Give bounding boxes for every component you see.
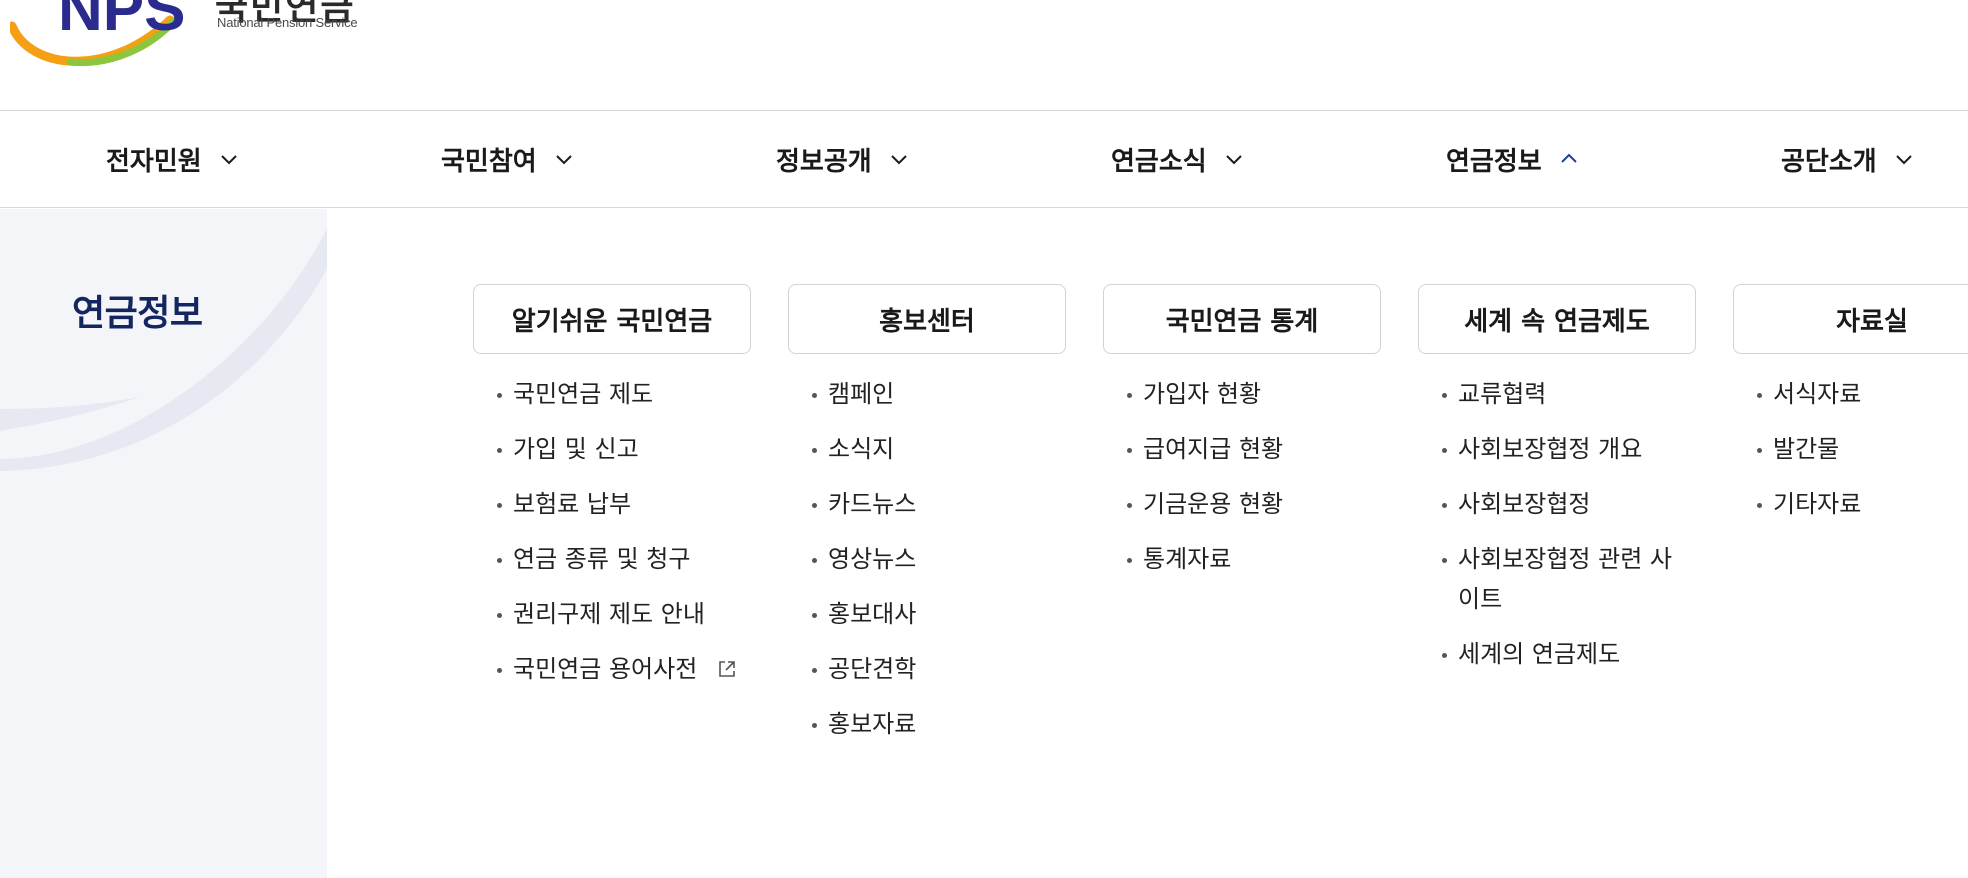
list-item[interactable]: 연금 종류 및 청구 <box>497 539 743 579</box>
column-heading-easy-pension[interactable]: 알기쉬운 국민연금 <box>473 284 751 354</box>
column-heading-archive[interactable]: 자료실 <box>1733 284 1968 354</box>
column-link-list: 국민연금 제도 가입 및 신고 보험료 납부 연금 종류 및 청구 권리구제 제… <box>473 374 753 691</box>
column-link-list: 교류협력 사회보장협정 개요 사회보장협정 사회보장협정 관련 사이트 세계의 … <box>1418 374 1698 674</box>
panel-title: 연금정보 <box>72 293 203 334</box>
list-item[interactable]: 급여지급 현황 <box>1127 429 1373 469</box>
list-item[interactable]: 가입 및 신고 <box>497 429 743 469</box>
chevron-down-icon <box>553 148 575 170</box>
menu-column: 자료실 서식자료 발간물 기타자료 <box>1733 284 1968 539</box>
nav-item-label: 공단소개 <box>1781 146 1877 177</box>
nps-logo-mark: NPS <box>10 0 185 67</box>
list-item[interactable]: 통계자료 <box>1127 539 1373 579</box>
external-link-icon <box>717 651 737 691</box>
nav-item-about[interactable]: 공단소개 <box>1781 111 1915 207</box>
nav-item-e-civil[interactable]: 전자민원 <box>106 111 240 207</box>
list-item[interactable]: 홍보대사 <box>812 594 1058 634</box>
list-item[interactable]: 국민연금 제도 <box>497 374 743 414</box>
list-item[interactable]: 기금운용 현황 <box>1127 484 1373 524</box>
list-item-label: 국민연금 용어사전 <box>513 655 698 683</box>
list-item[interactable]: 발간물 <box>1757 429 1968 469</box>
column-link-list: 서식자료 발간물 기타자료 <box>1733 374 1968 524</box>
nav-item-participation[interactable]: 국민참여 <box>441 111 575 207</box>
list-item[interactable]: 세계의 연금제도 <box>1442 634 1688 674</box>
list-item[interactable]: 소식지 <box>812 429 1058 469</box>
list-item[interactable]: 기타자료 <box>1757 484 1968 524</box>
nav-item-label: 정보공개 <box>776 146 872 177</box>
nav-item-label: 전자민원 <box>106 146 202 177</box>
menu-column: 국민연금 통계 가입자 현황 급여지급 현황 기금운용 현황 통계자료 <box>1103 284 1383 594</box>
menu-column: 알기쉬운 국민연금 국민연금 제도 가입 및 신고 보험료 납부 연금 종류 및… <box>473 284 753 706</box>
chevron-up-icon <box>1558 148 1580 170</box>
list-item[interactable]: 사회보장협정 관련 사이트 <box>1442 539 1688 619</box>
column-heading-world-pension[interactable]: 세계 속 연금제도 <box>1418 284 1696 354</box>
nav-item-news[interactable]: 연금소식 <box>1111 111 1245 207</box>
site-header: NPS 국민연금 National Pension Service <box>0 0 1968 110</box>
logo-english-name: National Pension Service <box>217 15 358 30</box>
column-heading-pr-center[interactable]: 홍보센터 <box>788 284 1066 354</box>
list-item-glossary[interactable]: 국민연금 용어사전 <box>497 649 753 691</box>
list-item[interactable]: 캠페인 <box>812 374 1058 414</box>
chevron-down-icon <box>1893 148 1915 170</box>
nav-item-label: 연금정보 <box>1446 146 1542 177</box>
list-item[interactable]: 홍보자료 <box>812 704 1058 744</box>
list-item[interactable]: 카드뉴스 <box>812 484 1058 524</box>
nps-logo[interactable]: NPS 국민연금 National Pension Service <box>10 0 358 72</box>
list-item[interactable]: 보험료 납부 <box>497 484 743 524</box>
list-item[interactable]: 사회보장협정 개요 <box>1442 429 1688 469</box>
chevron-down-icon <box>888 148 910 170</box>
chevron-down-icon <box>218 148 240 170</box>
nav-item-disclosure[interactable]: 정보공개 <box>776 111 910 207</box>
column-heading-statistics[interactable]: 국민연금 통계 <box>1103 284 1381 354</box>
main-nav: 전자민원 국민참여 정보공개 연금소식 연금정보 공단소개 <box>0 110 1968 208</box>
menu-column: 세계 속 연금제도 교류협력 사회보장협정 개요 사회보장협정 사회보장협정 관… <box>1418 284 1698 689</box>
list-item[interactable]: 영상뉴스 <box>812 539 1058 579</box>
chevron-down-icon <box>1223 148 1245 170</box>
nav-item-pension-info[interactable]: 연금정보 <box>1446 111 1580 207</box>
list-item[interactable]: 교류협력 <box>1442 374 1688 414</box>
nav-item-label: 국민참여 <box>441 146 537 177</box>
list-item[interactable]: 권리구제 제도 안내 <box>497 594 743 634</box>
mega-menu-sidebar: 연금정보 <box>0 209 327 878</box>
svg-text:NPS: NPS <box>58 0 185 44</box>
column-link-list: 캠페인 소식지 카드뉴스 영상뉴스 홍보대사 공단견학 홍보자료 <box>788 374 1068 744</box>
menu-column: 홍보센터 캠페인 소식지 카드뉴스 영상뉴스 홍보대사 공단견학 홍보자료 <box>788 284 1068 759</box>
list-item[interactable]: 서식자료 <box>1757 374 1968 414</box>
list-item[interactable]: 가입자 현황 <box>1127 374 1373 414</box>
column-link-list: 가입자 현황 급여지급 현황 기금운용 현황 통계자료 <box>1103 374 1383 579</box>
list-item[interactable]: 사회보장협정 <box>1442 484 1688 524</box>
nav-item-label: 연금소식 <box>1111 146 1207 177</box>
list-item[interactable]: 공단견학 <box>812 649 1058 689</box>
